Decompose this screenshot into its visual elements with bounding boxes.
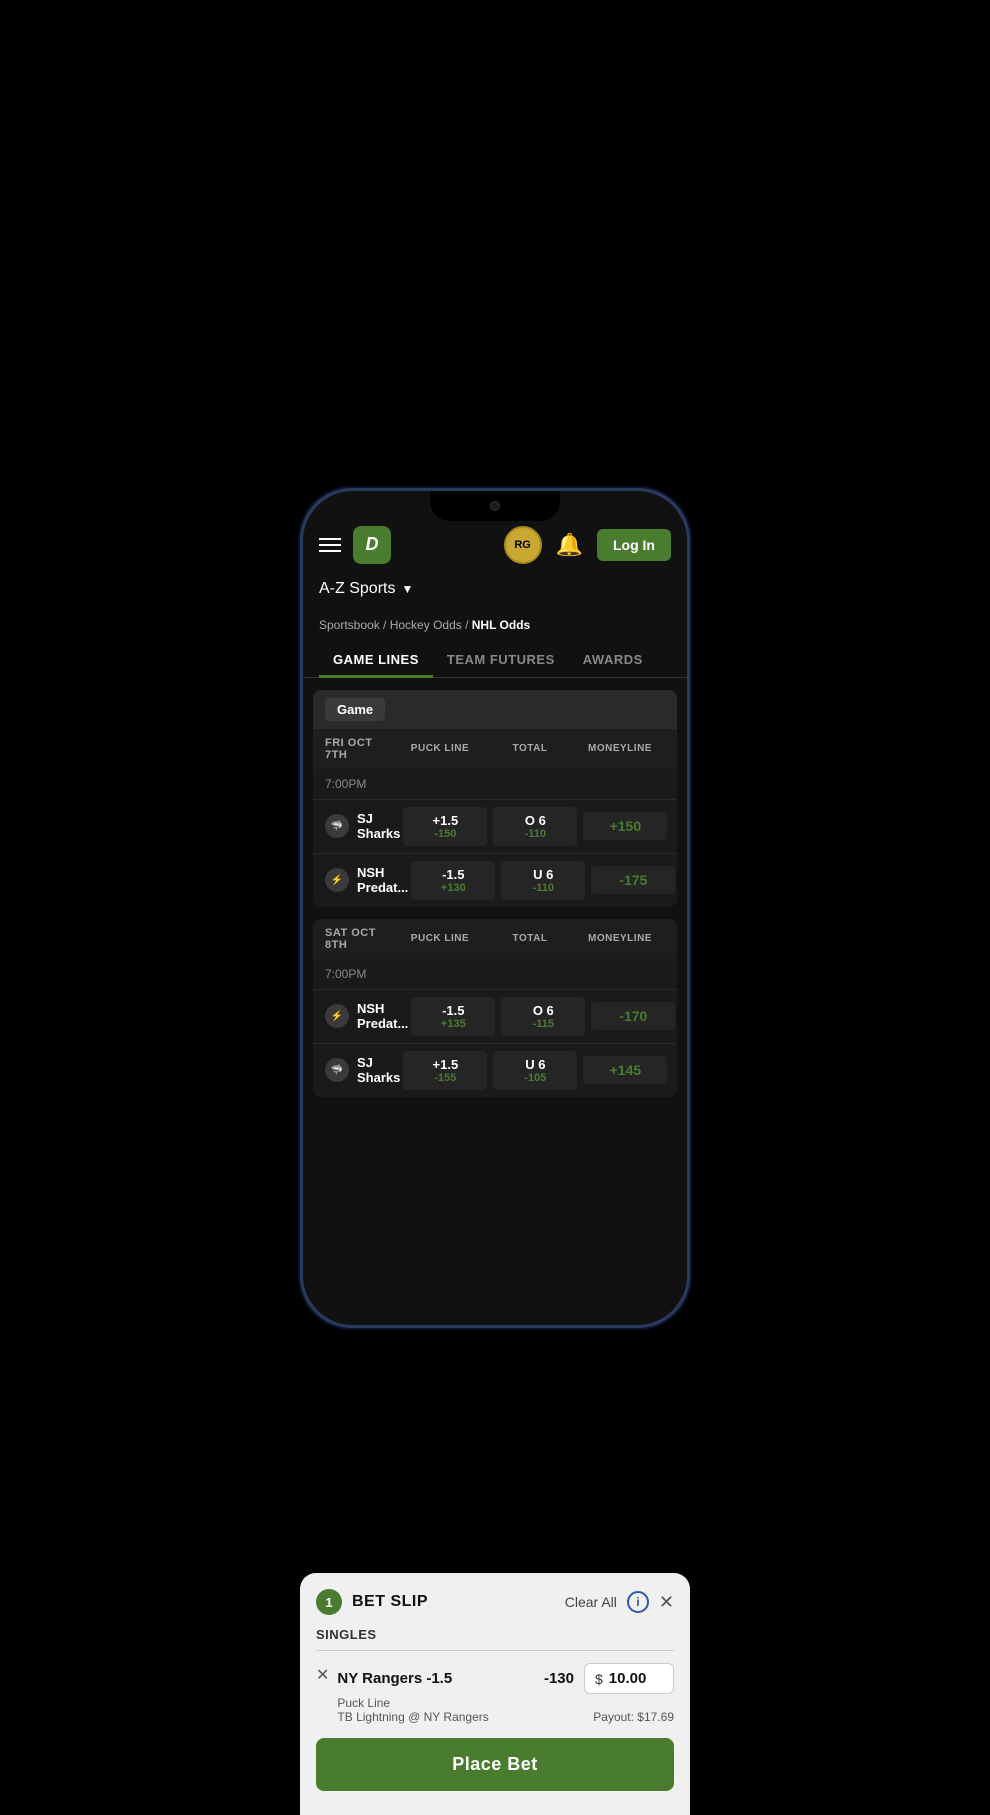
table-row: ⚡ NSH Predat... -1.5 +135 O 6 -115 -170 [313,989,677,1043]
puck-line-sj2[interactable]: +1.5 -155 [403,1051,487,1090]
moneyline-nsh2[interactable]: -170 [591,1002,675,1030]
team-name-sj2: SJ Sharks [357,1055,400,1085]
time-label-sat: 7:00PM [325,967,366,981]
col-total-1: TOTAL [485,743,575,754]
puck-line-nsh2[interactable]: -1.5 +135 [411,997,495,1036]
team-name-sj1: SJ Sharks [357,811,400,841]
date-label-sat: SAT OCT 8TH [325,927,395,951]
breadcrumb-text: Sportsbook / Hockey Odds / NHL Odds [319,618,530,632]
moneyline-sj2[interactable]: +145 [583,1056,667,1084]
team-name-nsh1: NSH Predat... [357,865,408,895]
col-total-2: TOTAL [485,933,575,944]
table-row: 🦈 SJ Sharks +1.5 -155 U 6 -105 +145 [313,1043,677,1097]
team-info-nsh2: ⚡ NSH Predat... [325,1001,408,1031]
time-label-fri: 7:00PM [325,777,366,791]
login-button[interactable]: Log In [597,529,671,561]
phone-frame: D RG 🔔 Log In A-Z Sports ▼ Sportsbook [300,488,690,1328]
table-row: 🦈 SJ Sharks +1.5 -150 O 6 -110 +150 [313,799,677,853]
col-puck-line-1: PUCK LINE [395,743,485,754]
draftkings-logo[interactable]: D [353,526,391,564]
date-row-fri: FRI OCT 7TH PUCK LINE TOTAL MONEYLINE [313,729,677,769]
game-label: Game [325,698,385,721]
phone-screen: D RG 🔔 Log In A-Z Sports ▼ Sportsbook [303,491,687,1325]
sports-nav[interactable]: A-Z Sports ▼ [303,574,687,608]
total-nsh2[interactable]: O 6 -115 [501,997,585,1036]
time-row-fri: 7:00PM [313,769,677,799]
header-right: RG 🔔 Log In [504,526,671,564]
screen-content: D RG 🔔 Log In A-Z Sports ▼ Sportsbook [303,491,687,1325]
sj-sharks-icon-2: 🦈 [325,1058,349,1082]
tabs-container: GAME LINES TEAM FUTURES AWARDS [303,642,687,678]
nsh-predators-icon: ⚡ [325,868,349,892]
nsh-predators-icon-2: ⚡ [325,1004,349,1028]
game-table: Game FRI OCT 7TH PUCK LINE TOTAL MONEYLI… [313,690,677,907]
notch-camera [490,501,500,511]
sj-sharks-icon: 🦈 [325,814,349,838]
date-label-fri: FRI OCT 7TH [325,737,395,761]
team-info-nsh1: ⚡ NSH Predat... [325,865,408,895]
tab-game-lines[interactable]: GAME LINES [319,642,433,677]
sports-nav-label: A-Z Sports [319,580,395,598]
team-info-sj1: 🦈 SJ Sharks [325,811,400,841]
team-name-nsh2: NSH Predat... [357,1001,408,1031]
total-nsh1[interactable]: U 6 -110 [501,861,585,900]
total-sj2[interactable]: U 6 -105 [493,1051,577,1090]
rg-badge[interactable]: RG [504,526,542,564]
col-puck-line-2: PUCK LINE [395,933,485,944]
chevron-down-icon: ▼ [401,582,413,596]
breadcrumb: Sportsbook / Hockey Odds / NHL Odds [303,608,687,642]
tab-team-futures[interactable]: TEAM FUTURES [433,642,569,677]
game-header: Game [313,690,677,729]
game-table-2: SAT OCT 8TH PUCK LINE TOTAL MONEYLINE 7:… [313,919,677,1097]
puck-line-nsh1[interactable]: -1.5 +130 [411,861,495,900]
tab-awards[interactable]: AWARDS [569,642,657,677]
team-info-sj2: 🦈 SJ Sharks [325,1055,400,1085]
time-row-sat: 7:00PM [313,959,677,989]
moneyline-nsh1[interactable]: -175 [591,866,675,894]
puck-line-sj1[interactable]: +1.5 -150 [403,807,487,846]
table-row: ⚡ NSH Predat... -1.5 +130 U 6 -110 -175 [313,853,677,907]
col-moneyline-2: MONEYLINE [575,933,665,944]
notch [430,491,560,521]
date-row-sat: SAT OCT 8TH PUCK LINE TOTAL MONEYLINE [313,919,677,959]
col-moneyline-1: MONEYLINE [575,743,665,754]
moneyline-sj1[interactable]: +150 [583,812,667,840]
bell-icon[interactable]: 🔔 [556,532,583,558]
hamburger-menu-icon[interactable] [319,538,341,552]
total-sj1[interactable]: O 6 -110 [493,807,577,846]
